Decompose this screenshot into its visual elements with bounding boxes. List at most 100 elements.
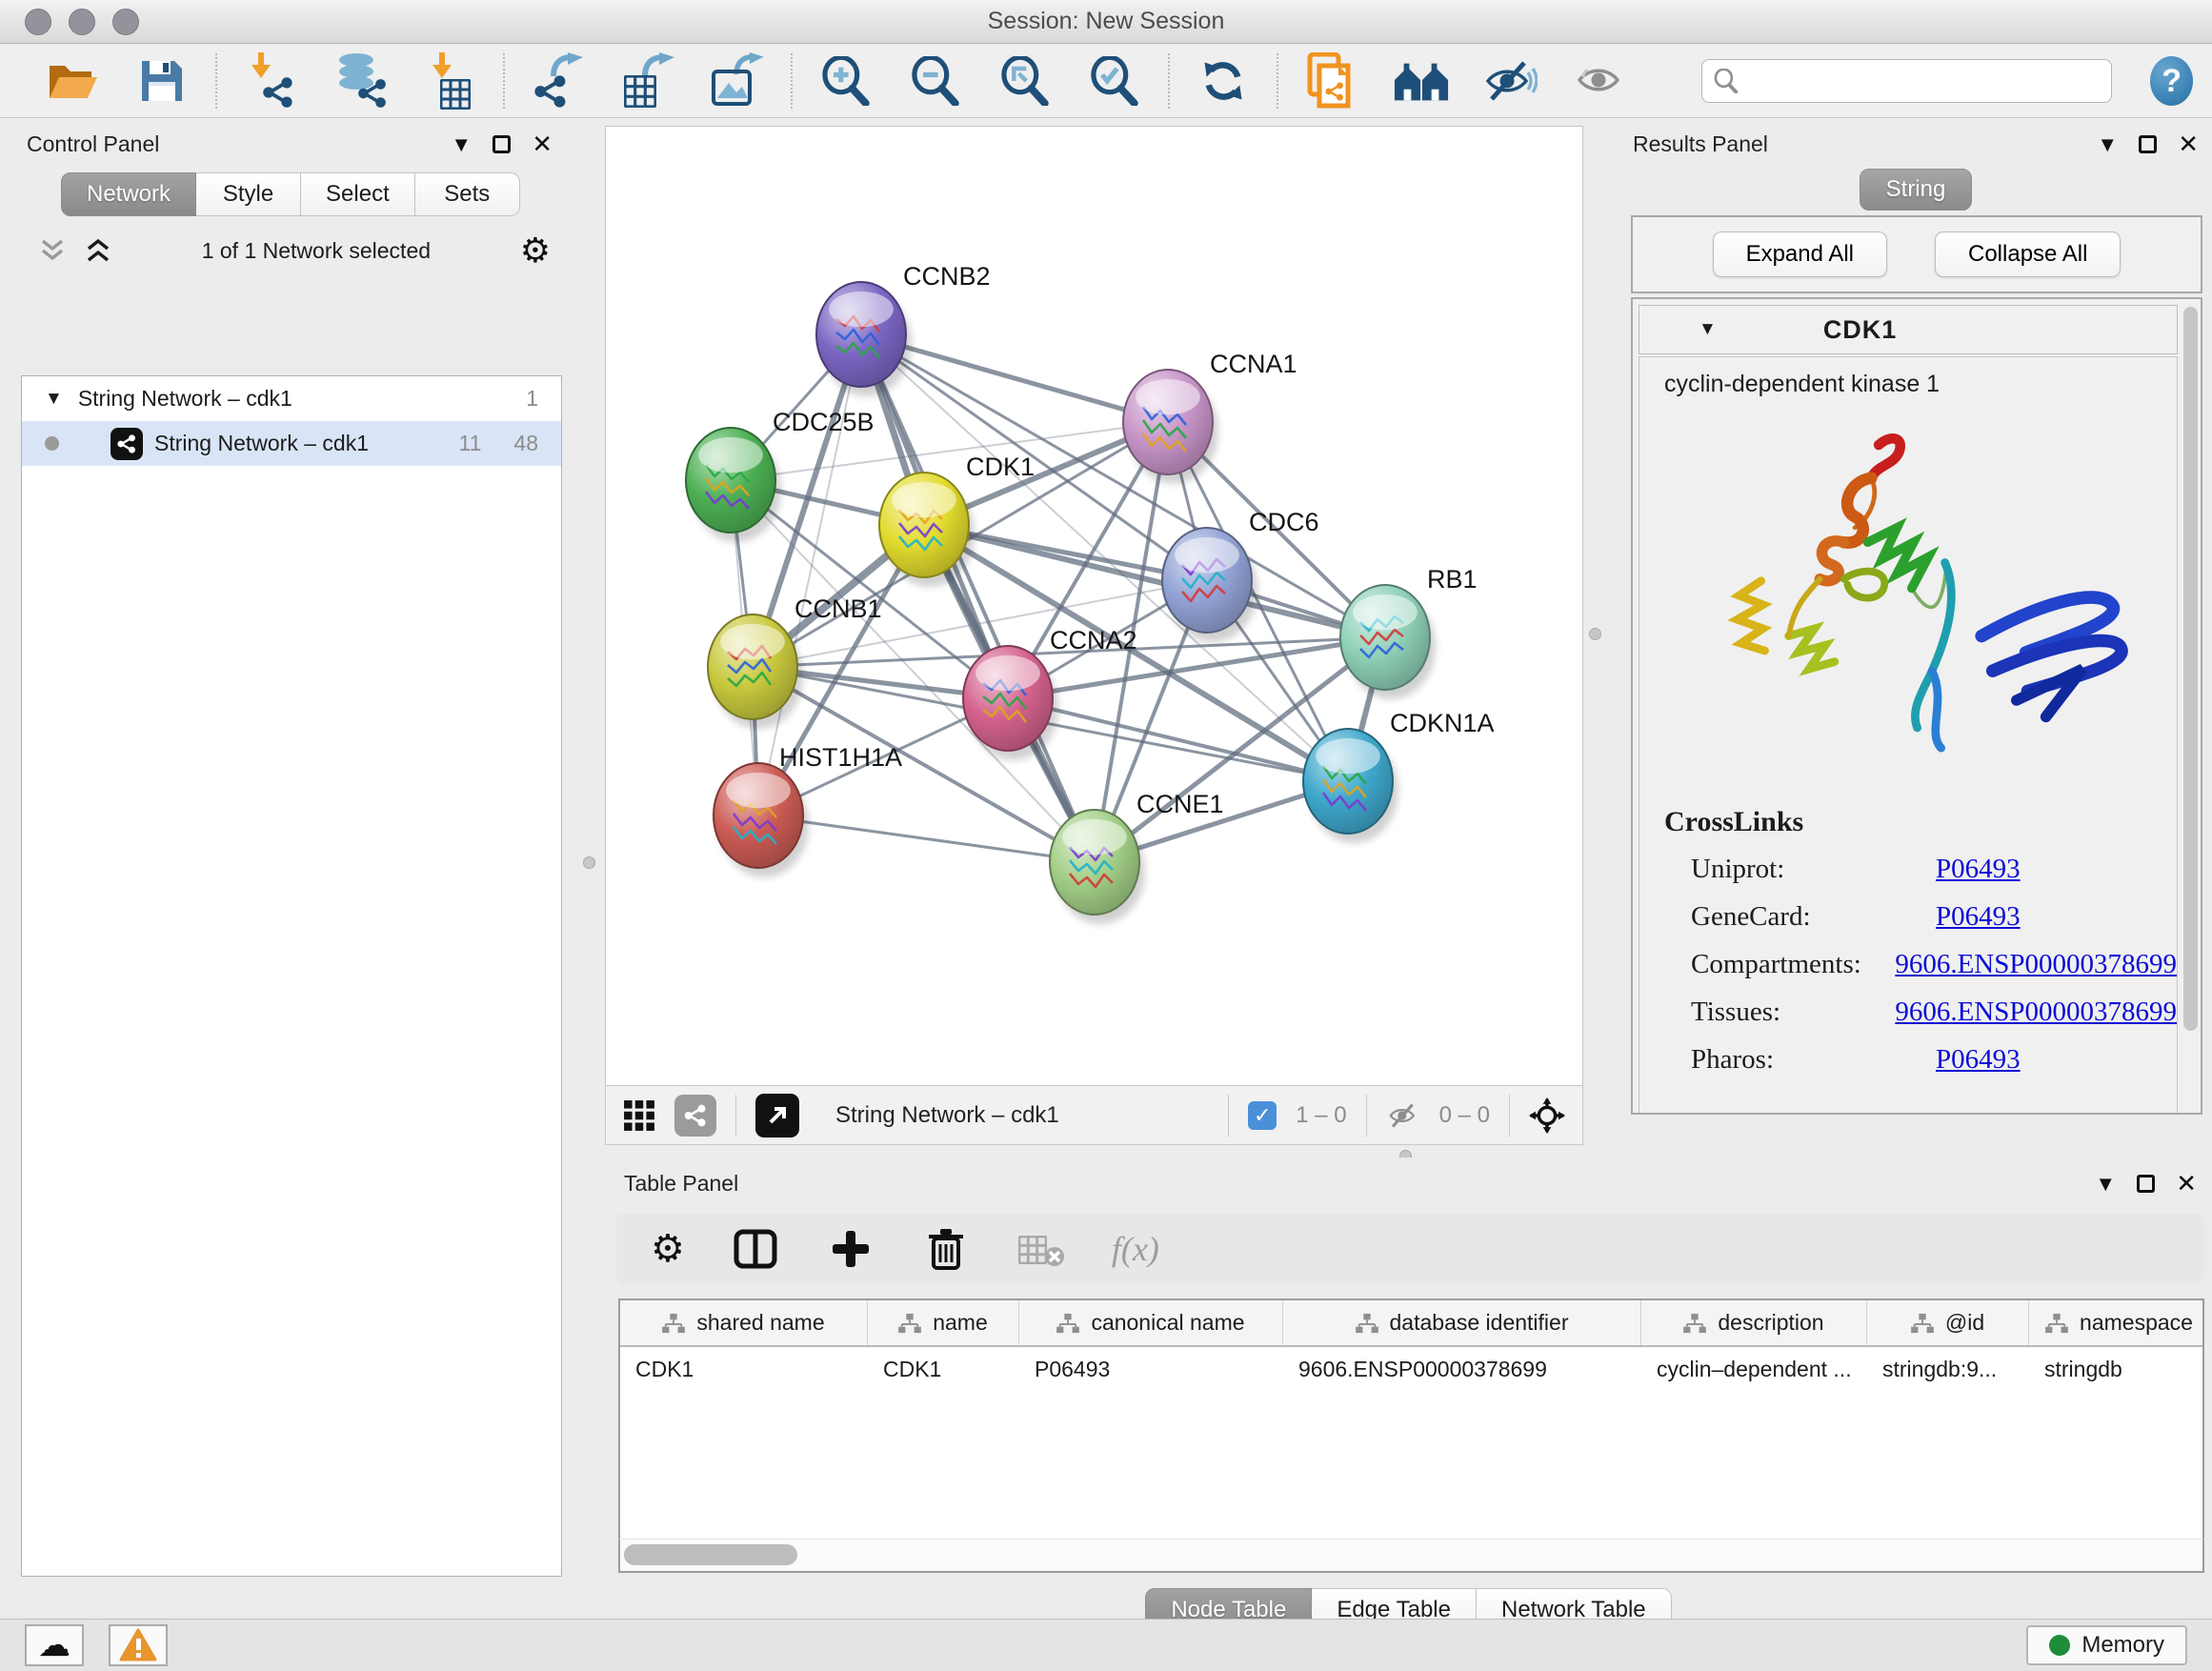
- network-row[interactable]: String Network – cdk1 11 48: [22, 421, 561, 466]
- collapse-all-button[interactable]: Collapse All: [1935, 232, 2121, 277]
- expand-all-chevron-icon[interactable]: [84, 238, 112, 263]
- open-session-icon[interactable]: [44, 52, 101, 110]
- birdseye-grid-icon[interactable]: [623, 1099, 655, 1132]
- crosslink-link[interactable]: P06493: [1936, 901, 2021, 933]
- crosslink-row: Tissues:9606.ENSP00000378699: [1664, 997, 2177, 1028]
- tab-network[interactable]: Network: [61, 172, 196, 216]
- clone-network-icon[interactable]: [1303, 52, 1360, 110]
- table-cell[interactable]: CDK1: [620, 1347, 868, 1391]
- help-button[interactable]: ?: [2150, 56, 2193, 106]
- network-node-cdc25b[interactable]: CDC25B: [686, 408, 875, 542]
- network-node-ccnb2[interactable]: CCNB2: [816, 262, 991, 396]
- results-panel-close-icon[interactable]: ✕: [2178, 130, 2199, 159]
- table-cell[interactable]: 9606.ENSP00000378699: [1283, 1347, 1641, 1391]
- search-input[interactable]: [1746, 68, 2100, 94]
- gene-expand-icon[interactable]: ▼: [1699, 319, 1717, 340]
- show-columns-icon[interactable]: [731, 1224, 780, 1274]
- delete-table-icon[interactable]: [1016, 1224, 1066, 1274]
- results-panel-menu-icon[interactable]: ▼: [2097, 132, 2118, 157]
- table-panel-close-icon[interactable]: ✕: [2176, 1169, 2197, 1198]
- column-header-id[interactable]: @id: [1867, 1300, 2029, 1345]
- hide-selected-icon[interactable]: [1482, 52, 1539, 110]
- network-node-hist1h1a[interactable]: HIST1H1A: [714, 743, 902, 877]
- network-node-rb1[interactable]: RB1: [1340, 565, 1478, 699]
- delete-column-icon[interactable]: [921, 1224, 971, 1274]
- results-panel-float-icon[interactable]: [2139, 135, 2157, 153]
- tab-string[interactable]: String: [1860, 169, 1972, 211]
- column-header-canonical-name[interactable]: canonical name: [1019, 1300, 1283, 1345]
- right-splitter-handle[interactable]: [1589, 628, 1601, 640]
- cloud-status-button[interactable]: ☁: [25, 1624, 84, 1666]
- export-table-icon[interactable]: [619, 52, 676, 110]
- network-node-ccne1[interactable]: CCNE1: [1050, 790, 1224, 924]
- control-panel-float-icon[interactable]: [493, 135, 511, 153]
- network-node-cdc6[interactable]: CDC6: [1162, 508, 1319, 642]
- column-header-namespace[interactable]: namespace: [2029, 1300, 2204, 1345]
- table-row[interactable]: CDK1CDK1P064939606.ENSP00000378699cyclin…: [620, 1347, 2202, 1391]
- table-cell[interactable]: CDK1: [868, 1347, 1019, 1391]
- column-header-shared-name[interactable]: shared name: [620, 1300, 868, 1345]
- first-neighbors-icon[interactable]: [1393, 52, 1450, 110]
- network-node-cdkn1a[interactable]: CDKN1A: [1303, 709, 1495, 843]
- network-node-cdk1[interactable]: CDK1: [879, 453, 1035, 587]
- show-all-icon[interactable]: [1572, 52, 1629, 110]
- results-scrollbar[interactable]: [2183, 307, 2198, 1031]
- results-body: ▼ CDK1 cyclin-dependent kinase 1: [1631, 297, 2202, 1115]
- table-cell[interactable]: stringdb:9...: [1867, 1347, 2029, 1391]
- control-panel-close-icon[interactable]: ✕: [532, 130, 553, 159]
- table-panel-menu-icon[interactable]: ▼: [2095, 1172, 2116, 1197]
- expand-all-button[interactable]: Expand All: [1713, 232, 1887, 277]
- add-column-icon[interactable]: [826, 1224, 875, 1274]
- main-toolbar: ?: [0, 45, 2212, 118]
- network-edge[interactable]: [861, 334, 1095, 862]
- save-session-icon[interactable]: [133, 52, 191, 110]
- left-splitter-handle[interactable]: [583, 856, 595, 869]
- import-network-database-icon[interactable]: [332, 52, 389, 110]
- network-edge[interactable]: [758, 815, 1095, 862]
- open-in-window-icon[interactable]: [755, 1094, 799, 1137]
- gene-section-header[interactable]: ▼ CDK1: [1639, 305, 2178, 354]
- table-cell[interactable]: cyclin–dependent ...: [1641, 1347, 1867, 1391]
- crosslink-link[interactable]: 9606.ENSP00000378699: [1895, 997, 2177, 1028]
- zoom-in-icon[interactable]: [817, 52, 875, 110]
- crosslink-link[interactable]: P06493: [1936, 854, 2021, 885]
- export-network-icon[interactable]: [530, 52, 587, 110]
- table-hscrollbar[interactable]: [618, 1539, 2204, 1573]
- warnings-button[interactable]: [109, 1624, 168, 1666]
- cloud-icon: ☁: [38, 1629, 70, 1661]
- column-header-description[interactable]: description: [1641, 1300, 1867, 1345]
- export-image-icon[interactable]: [709, 52, 766, 110]
- node-label-cdk1: CDK1: [966, 453, 1035, 481]
- refresh-icon[interactable]: [1195, 52, 1252, 110]
- toolbar-search[interactable]: [1701, 59, 2112, 103]
- zoom-out-icon[interactable]: [907, 52, 964, 110]
- import-network-file-icon[interactable]: [242, 52, 299, 110]
- network-collection-row[interactable]: ▼ String Network – cdk1 1: [22, 376, 561, 421]
- function-builder-icon[interactable]: f(x): [1112, 1229, 1159, 1269]
- column-header-database-identifier[interactable]: database identifier: [1283, 1300, 1641, 1345]
- import-table-icon[interactable]: [421, 52, 478, 110]
- network-style-icon[interactable]: [674, 1095, 716, 1137]
- collection-expand-icon[interactable]: ▼: [45, 389, 63, 410]
- collapse-all-chevron-icon[interactable]: [38, 238, 67, 263]
- table-cell[interactable]: stringdb: [2029, 1347, 2204, 1391]
- control-panel-menu-icon[interactable]: ▼: [451, 132, 472, 157]
- column-header-name[interactable]: name: [868, 1300, 1019, 1345]
- table-options-gear-icon[interactable]: ⚙: [651, 1230, 685, 1268]
- table-hscroll-thumb[interactable]: [624, 1544, 797, 1565]
- tab-select[interactable]: Select: [301, 172, 415, 216]
- zoom-fit-icon[interactable]: [996, 52, 1054, 110]
- fit-content-crosshair-icon[interactable]: [1529, 1097, 1565, 1134]
- node-label-ccnb1: CCNB1: [794, 594, 882, 623]
- crosslink-link[interactable]: P06493: [1936, 1044, 2021, 1076]
- memory-button[interactable]: Memory: [2026, 1625, 2187, 1665]
- selected-checkbox-icon[interactable]: ✓: [1248, 1101, 1277, 1130]
- table-panel-float-icon[interactable]: [2137, 1175, 2155, 1193]
- tab-sets[interactable]: Sets: [415, 172, 520, 216]
- tab-style[interactable]: Style: [196, 172, 301, 216]
- network-options-gear-icon[interactable]: ⚙: [520, 233, 551, 268]
- zoom-selected-icon[interactable]: [1086, 52, 1143, 110]
- network-view-canvas[interactable]: CCNB2CCNA1CDC25BCDK1CDC6RB1CCNB1CCNA2CDK…: [605, 126, 1583, 1086]
- crosslink-link[interactable]: 9606.ENSP00000378699: [1895, 949, 2177, 980]
- table-cell[interactable]: P06493: [1019, 1347, 1283, 1391]
